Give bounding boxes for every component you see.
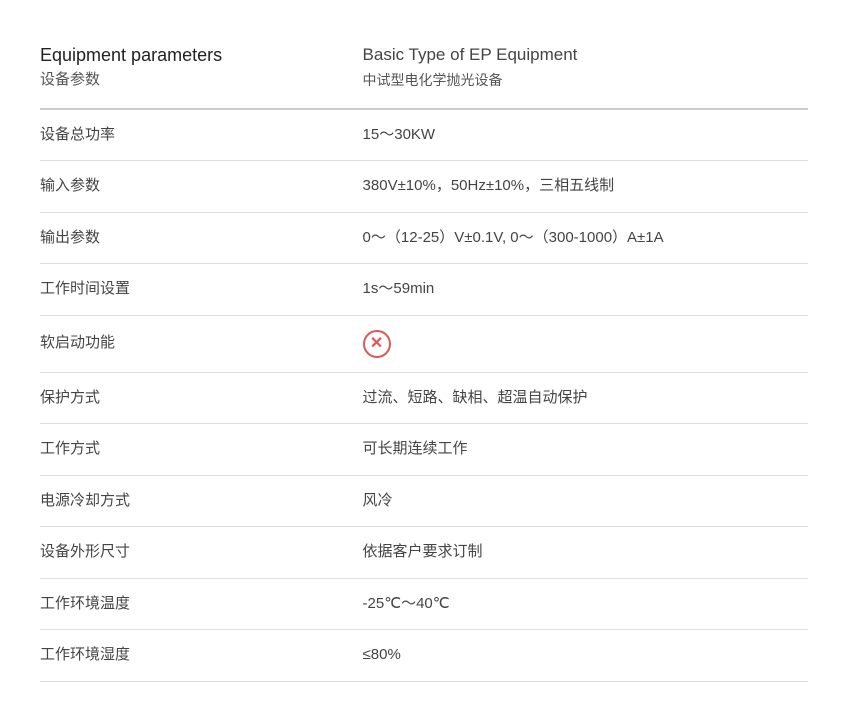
value-cell: 风冷 [363, 475, 808, 527]
param-cell: 工作时间设置 [40, 264, 363, 316]
header-zh-title: 设备参数 [40, 69, 347, 92]
header-en-title: Equipment parameters [40, 42, 347, 69]
param-cell: 保护方式 [40, 372, 363, 424]
param-cell: 软启动功能 [40, 315, 363, 372]
param-cell: 输出参数 [40, 212, 363, 264]
param-cell: 工作方式 [40, 424, 363, 476]
value-cell: 1s～59min [363, 264, 808, 316]
table-row: 设备外形尺寸依据客户要求订制 [40, 527, 808, 579]
value-cell: 可长期连续工作 [363, 424, 808, 476]
equipment-table: Equipment parameters 设备参数 Basic Type of … [40, 30, 808, 682]
table-row: 设备总功率15～30KW [40, 109, 808, 161]
value-cell: 依据客户要求订制 [363, 527, 808, 579]
table-row: 软启动功能✕ [40, 315, 808, 372]
table-header: Equipment parameters 设备参数 Basic Type of … [40, 30, 808, 109]
table-row: 保护方式过流、短路、缺相、超温自动保护 [40, 372, 808, 424]
table-row: 工作环境温度-25℃～40℃ [40, 578, 808, 630]
value-cell: -25℃～40℃ [363, 578, 808, 630]
value-cell: 380V±10%，50Hz±10%，三相五线制 [363, 161, 808, 213]
param-cell: 输入参数 [40, 161, 363, 213]
param-cell: 电源冷却方式 [40, 475, 363, 527]
soft-start-icon: ✕ [363, 330, 391, 358]
param-cell: 工作环境温度 [40, 578, 363, 630]
value-cell: ≤80% [363, 630, 808, 682]
header-type-en: Basic Type of EP Equipment [363, 42, 792, 68]
param-cell: 工作环境湿度 [40, 630, 363, 682]
table-row: 工作时间设置1s～59min [40, 264, 808, 316]
table-row: 输出参数0～（12-25）V±0.1V, 0～（300-1000）A±1A [40, 212, 808, 264]
table-row: 电源冷却方式风冷 [40, 475, 808, 527]
table-row: 工作方式可长期连续工作 [40, 424, 808, 476]
table-row: 输入参数380V±10%，50Hz±10%，三相五线制 [40, 161, 808, 213]
value-cell: ✕ [363, 315, 808, 372]
table-row: 工作环境湿度≤80% [40, 630, 808, 682]
param-cell: 设备外形尺寸 [40, 527, 363, 579]
header-param-col: Equipment parameters 设备参数 [40, 30, 363, 109]
value-cell: 15～30KW [363, 109, 808, 161]
value-cell: 0～（12-25）V±0.1V, 0～（300-1000）A±1A [363, 212, 808, 264]
value-cell: 过流、短路、缺相、超温自动保护 [363, 372, 808, 424]
header-value-col: Basic Type of EP Equipment 中试型电化学抛光设备 [363, 30, 808, 109]
header-type-zh: 中试型电化学抛光设备 [363, 70, 792, 91]
param-cell: 设备总功率 [40, 109, 363, 161]
